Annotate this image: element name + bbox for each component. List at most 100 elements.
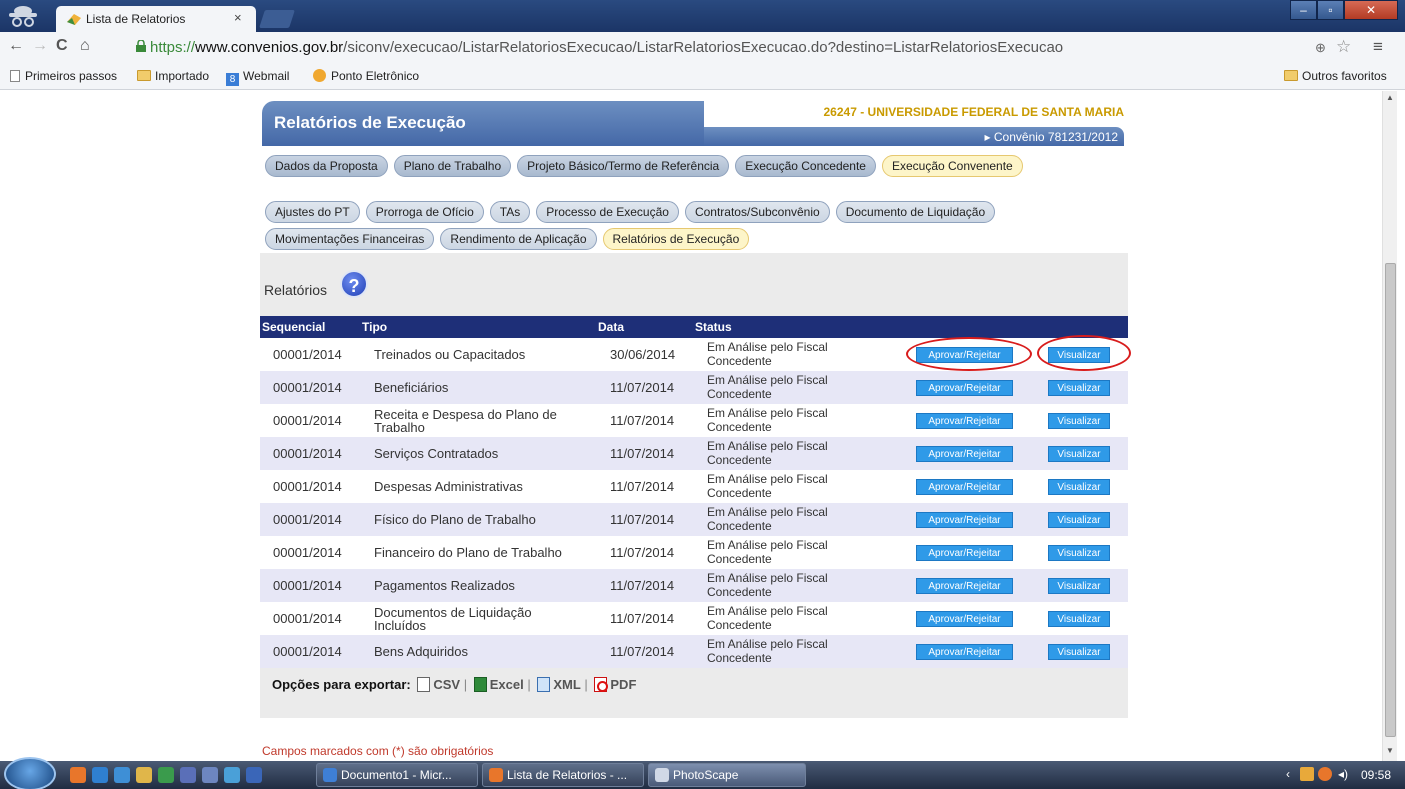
tab-movimentacoes-financeiras[interactable]: Movimentações Financeiras <box>265 228 435 250</box>
tab-rendimento-de-aplicacao[interactable]: Rendimento de Aplicação <box>440 228 597 250</box>
approve-reject-button[interactable]: Aprovar/Rejeitar <box>916 347 1013 363</box>
tab-processo-de-execucao[interactable]: Processo de Execução <box>536 201 679 223</box>
tab-prorroga-de-oficio[interactable]: Prorroga de Ofício <box>365 201 484 223</box>
task-photoscape[interactable]: PhotoScape <box>648 763 806 787</box>
header-info: 26247 - UNIVERSIDADE FEDERAL DE SANTA MA… <box>704 101 1124 146</box>
tab-dados-da-proposta[interactable]: Dados da Proposta <box>265 155 388 177</box>
home-icon[interactable]: ⌂ <box>80 37 90 55</box>
tray-app-icon[interactable] <box>1300 767 1314 781</box>
other-bookmarks[interactable]: Outros favoritos <box>1284 69 1387 83</box>
tab-projeto-basico[interactable]: Projeto Básico/Termo de Referência <box>517 155 730 177</box>
secondary-nav-row-2: Movimentações Financeiras Rendimento de … <box>265 228 750 250</box>
menu-icon[interactable]: ≡ <box>1373 37 1383 57</box>
bookmarks-bar: Primeiros passos Importado 8 Webmail Pont… <box>0 64 1405 90</box>
reload-icon[interactable]: C <box>56 37 68 55</box>
bookmark-star-icon[interactable]: ☆ <box>1336 37 1351 57</box>
zoom-icon[interactable]: ⊕ <box>1315 40 1326 56</box>
csv-icon <box>417 677 431 692</box>
view-button[interactable]: Visualizar <box>1048 479 1110 495</box>
help-icon[interactable]: ? <box>340 270 368 298</box>
minimize-icon[interactable]: – <box>1290 0 1317 20</box>
view-button[interactable]: Visualizar <box>1048 512 1110 528</box>
network-quicklaunch-icon[interactable] <box>224 767 240 783</box>
tab-contratos-subconvenio[interactable]: Contratos/Subconvênio <box>684 201 830 223</box>
view-button[interactable]: Visualizar <box>1048 644 1110 660</box>
required-fields-note: Campos marcados com (*) são obrigatórios <box>262 744 494 758</box>
approve-reject-button[interactable]: Aprovar/Rejeitar <box>916 578 1013 594</box>
new-tab-button[interactable] <box>259 10 295 28</box>
scroll-down-icon[interactable]: ▼ <box>1386 746 1394 755</box>
tab-relatorios-de-execucao[interactable]: Relatórios de Execução <box>602 228 750 250</box>
export-pdf-link[interactable]: PDF <box>591 677 636 692</box>
scroll-thumb[interactable] <box>1385 263 1396 737</box>
export-excel-link[interactable]: Excel <box>471 677 524 692</box>
view-button[interactable]: Visualizar <box>1048 446 1110 462</box>
cell-sequencial: 00001/2014 <box>273 446 342 461</box>
approve-reject-button[interactable]: Aprovar/Rejeitar <box>916 479 1013 495</box>
tab-ajustes-do-pt[interactable]: Ajustes do PT <box>265 201 360 223</box>
cell-tipo: Físico do Plano de Trabalho <box>374 512 536 527</box>
ie-quicklaunch-icon[interactable] <box>92 767 108 783</box>
cell-data: 11/07/2014 <box>610 545 675 560</box>
cell-data: 11/07/2014 <box>610 611 675 626</box>
view-button[interactable]: Visualizar <box>1048 347 1110 363</box>
cell-tipo: Financeiro do Plano de Trabalho <box>374 545 562 560</box>
convenio-link[interactable]: ▸ Convênio 781231/2012 <box>985 130 1118 144</box>
browser-tab[interactable]: Lista de Relatorios × <box>56 6 256 32</box>
forward-icon[interactable]: → <box>32 37 48 55</box>
volume-icon[interactable]: ◂) <box>1338 767 1348 781</box>
tab-execucao-concedente[interactable]: Execução Concedente <box>735 155 876 177</box>
cell-tipo: Receita e Despesa do Plano de Trabalho <box>374 406 557 435</box>
tab-documento-de-liquidacao[interactable]: Documento de Liquidação <box>835 201 996 223</box>
approve-reject-button[interactable]: Aprovar/Rejeitar <box>916 413 1013 429</box>
approve-reject-button[interactable]: Aprovar/Rejeitar <box>916 545 1013 561</box>
approve-reject-button[interactable]: Aprovar/Rejeitar <box>916 644 1013 660</box>
back-icon[interactable]: ← <box>8 37 24 55</box>
maximize-icon[interactable]: ▫ <box>1317 0 1344 20</box>
monitor-quicklaunch-icon[interactable] <box>246 767 262 783</box>
scroll-up-icon[interactable]: ▲ <box>1386 93 1394 102</box>
export-xml-link[interactable]: XML <box>534 677 581 692</box>
tab-tas[interactable]: TAs <box>489 201 531 223</box>
col-header-status: Status <box>695 320 732 334</box>
desktop-quicklaunch-icon[interactable] <box>202 767 218 783</box>
view-button[interactable]: Visualizar <box>1048 545 1110 561</box>
view-button[interactable]: Visualizar <box>1048 578 1110 594</box>
view-button[interactable]: Visualizar <box>1048 380 1110 396</box>
vertical-scrollbar[interactable]: ▲ ▼ <box>1382 91 1397 761</box>
bookmark-webmail[interactable]: 8 Webmail <box>226 69 289 86</box>
view-button[interactable]: Visualizar <box>1048 413 1110 429</box>
folder-icon <box>137 70 151 81</box>
approve-reject-button[interactable]: Aprovar/Rejeitar <box>916 512 1013 528</box>
close-window-icon[interactable]: ✕ <box>1344 0 1398 20</box>
reports-table: Sequencial Tipo Data Status 00001/2014 Tr… <box>260 316 1128 668</box>
bookmark-primeiros-passos[interactable]: Primeiros passos <box>10 69 117 83</box>
explorer-quicklaunch-icon[interactable] <box>136 767 152 783</box>
chrome-quicklaunch-icon[interactable] <box>70 767 86 783</box>
export-csv-link[interactable]: CSV <box>414 677 460 692</box>
view-button[interactable]: Visualizar <box>1048 611 1110 627</box>
secondary-nav-row-1: Ajustes do PT Prorroga de Ofício TAs Pro… <box>265 201 996 223</box>
table-row: 00001/2014 Despesas Administrativas 11/07/… <box>260 470 1128 503</box>
tray-chrome-icon[interactable] <box>1318 767 1332 781</box>
close-tab-icon[interactable]: × <box>234 10 242 25</box>
approve-reject-button[interactable]: Aprovar/Rejeitar <box>916 611 1013 627</box>
approve-reject-button[interactable]: Aprovar/Rejeitar <box>916 446 1013 462</box>
bookmark-importado[interactable]: Importado <box>137 69 209 83</box>
task-lista-de-relatorios[interactable]: Lista de Relatorios - ... <box>482 763 644 787</box>
tray-expand-icon[interactable]: ‹ <box>1286 767 1290 781</box>
app-quicklaunch-icon[interactable] <box>180 767 196 783</box>
bookmark-ponto-eletronico[interactable]: Ponto Eletrônico <box>313 69 419 83</box>
cell-status: Em Análise pelo Fiscal Concedente <box>707 571 828 599</box>
address-bar[interactable]: https://www.convenios.gov.br/siconv/exec… <box>136 36 1296 60</box>
system-tray: ‹ ◂) 09:58 <box>1268 761 1405 789</box>
excel-quicklaunch-icon[interactable] <box>158 767 174 783</box>
tab-plano-de-trabalho[interactable]: Plano de Trabalho <box>393 155 512 177</box>
start-button[interactable] <box>4 757 56 789</box>
word-quicklaunch-icon[interactable] <box>114 767 130 783</box>
table-header: Sequencial Tipo Data Status <box>260 316 1128 338</box>
task-documento1[interactable]: Documento1 - Micr... <box>316 763 478 787</box>
approve-reject-button[interactable]: Aprovar/Rejeitar <box>916 380 1013 396</box>
tab-execucao-convenente[interactable]: Execução Convenente <box>881 155 1023 177</box>
clock[interactable]: 09:58 <box>1361 768 1391 782</box>
